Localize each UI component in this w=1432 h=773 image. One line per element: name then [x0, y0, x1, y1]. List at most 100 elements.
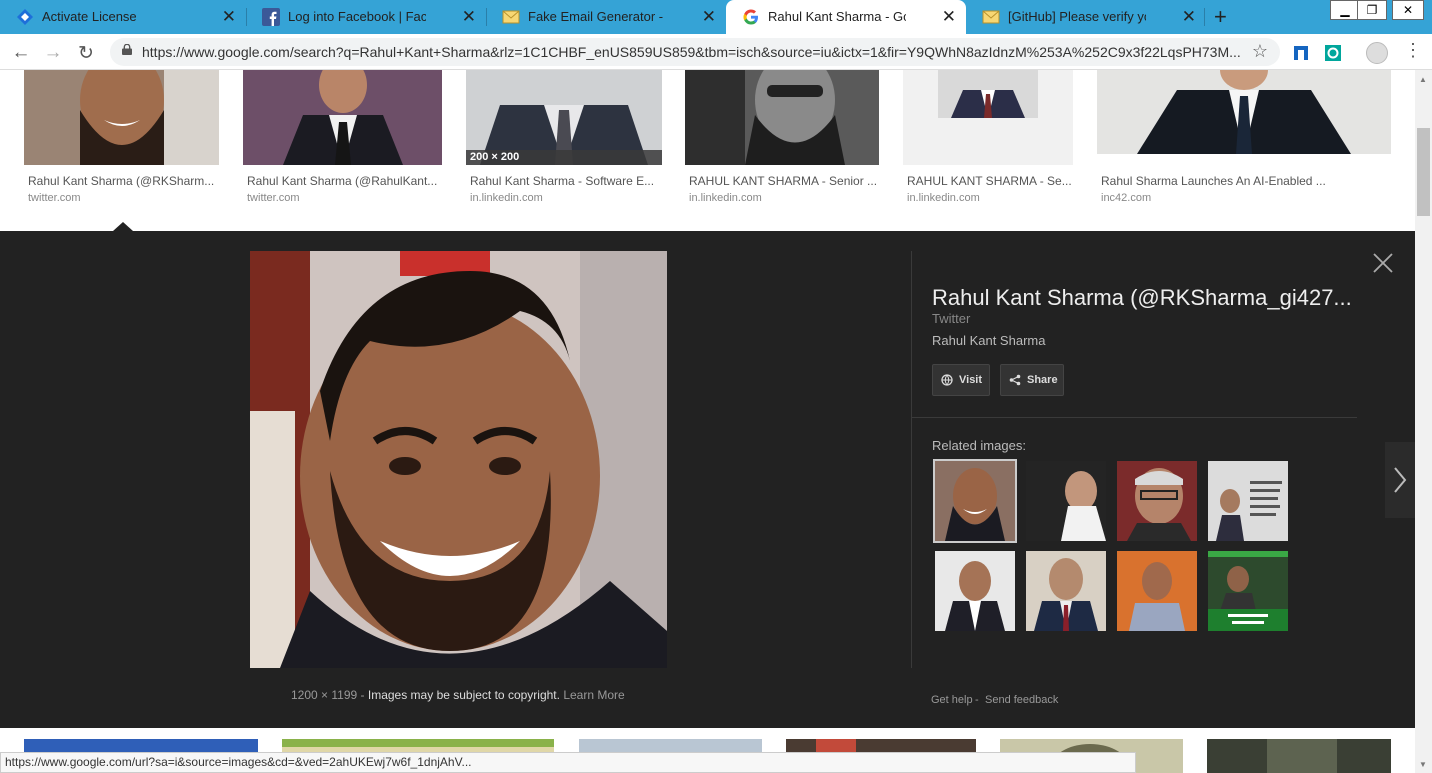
result-image[interactable] — [24, 70, 219, 165]
tab-title: Activate License — [42, 9, 137, 24]
tab-activate-license[interactable]: Activate License ✕ — [0, 0, 246, 34]
result-thumb[interactable]: Rahul Sharma Launches An AI-Enabled ... … — [1097, 70, 1391, 210]
status-bar-url: https://www.google.com/url?sa=i&source=i… — [0, 752, 1136, 773]
result-source: twitter.com — [28, 192, 81, 204]
share-button[interactable]: Share — [1000, 364, 1064, 396]
url-text[interactable]: https://www.google.com/search?q=Rahul+Ka… — [142, 44, 1242, 60]
scroll-up-arrow-icon[interactable]: ▲ — [1419, 75, 1427, 84]
result-source: in.linkedin.com — [907, 192, 980, 204]
result-thumb[interactable]: Rahul Kant Sharma (@RahulKant... twitter… — [243, 70, 442, 210]
envelope-icon — [982, 10, 1000, 24]
reload-icon[interactable]: ↻ — [75, 42, 97, 65]
tab-title: [GitHub] Please verify your devic — [1008, 9, 1146, 24]
close-window-icon[interactable]: ✕ — [1392, 0, 1424, 20]
viewer-title[interactable]: Rahul Kant Sharma (@RKSharma_gi427... — [932, 285, 1352, 311]
result-title[interactable]: RAHUL KANT SHARMA - Senior ... — [689, 174, 877, 188]
related-image[interactable] — [1208, 461, 1288, 541]
related-image[interactable] — [1117, 551, 1197, 631]
learn-more-link[interactable]: Learn More — [563, 688, 624, 702]
new-tab-button[interactable]: + — [1214, 4, 1227, 30]
tab-strip: Activate License ✕ Log into Facebook | F… — [0, 0, 1432, 34]
forward-arrow-icon[interactable]: → — [42, 42, 64, 64]
result-source: in.linkedin.com — [689, 192, 762, 204]
tab-facebook[interactable]: Log into Facebook | Facebook ✕ — [246, 0, 486, 34]
related-image[interactable] — [1208, 551, 1288, 631]
tab-fake-email[interactable]: Fake Email Generator - fake ema ✕ — [486, 0, 726, 34]
related-image[interactable] — [1026, 551, 1106, 631]
share-icon — [1009, 374, 1021, 386]
tab-title: Log into Facebook | Facebook — [288, 9, 426, 24]
result-image[interactable] — [1097, 70, 1391, 165]
browser-toolbar: ← → ↻ https://www.google.com/search?q=Ra… — [0, 34, 1432, 70]
image-info: 1200 × 1199 - Images may be subject to c… — [291, 688, 625, 702]
minimize-icon[interactable]: ▁ — [1330, 0, 1360, 20]
result-thumb[interactable]: RAHUL KANT SHARMA - Senior ... in.linked… — [685, 70, 879, 210]
result-title[interactable]: Rahul Kant Sharma - Software E... — [470, 174, 654, 188]
close-tab-icon[interactable]: ✕ — [462, 0, 476, 34]
bookmark-star-icon[interactable]: ☆ — [1252, 41, 1268, 62]
close-tab-icon[interactable]: ✕ — [702, 0, 716, 34]
get-help-link[interactable]: Get help — [931, 694, 973, 706]
extension-icon[interactable] — [1292, 44, 1310, 62]
result-thumb[interactable]: 200 × 200 Rahul Kant Sharma - Software E… — [466, 70, 662, 210]
extension-icon[interactable] — [1324, 44, 1342, 62]
selected-result-pointer — [113, 222, 133, 231]
chevron-right-icon — [1394, 467, 1407, 493]
result-title[interactable]: Rahul Kant Sharma (@RahulKant... — [247, 174, 437, 188]
close-viewer-icon[interactable] — [1371, 251, 1395, 275]
image-dimensions-badge: 200 × 200 — [470, 151, 520, 163]
close-tab-icon[interactable]: ✕ — [1182, 0, 1196, 34]
result-thumb[interactable]: Rahul Kant Sharma (@RKSharm... twitter.c… — [24, 70, 219, 210]
tab-title: Fake Email Generator - fake ema — [528, 9, 666, 24]
image-viewer-panel: 1200 × 1199 - Images may be subject to c… — [0, 231, 1415, 728]
back-arrow-icon[interactable]: ← — [10, 42, 32, 64]
result-thumb[interactable]: RAHUL KANT SHARMA - Se... in.linkedin.co… — [903, 70, 1073, 210]
result-title[interactable]: Rahul Kant Sharma (@RKSharm... — [28, 174, 214, 188]
envelope-icon — [502, 10, 520, 24]
result-source: inc42.com — [1101, 192, 1152, 204]
tab-separator — [1204, 8, 1205, 26]
visit-button[interactable]: Visit — [932, 364, 990, 396]
image-search-page: Rahul Kant Sharma (@RKSharm... twitter.c… — [0, 70, 1415, 773]
scrollbar-thumb[interactable] — [1417, 128, 1430, 216]
related-image[interactable] — [933, 459, 1017, 543]
link-separator: - — [975, 694, 979, 706]
send-feedback-link[interactable]: Send feedback — [985, 694, 1058, 706]
result-image[interactable] — [903, 70, 1073, 165]
related-image[interactable] — [1117, 461, 1197, 541]
copyright-notice: Images may be subject to copyright. — [367, 688, 560, 702]
result-source: in.linkedin.com — [470, 192, 543, 204]
next-image-button[interactable] — [1385, 442, 1415, 518]
related-images-label: Related images: — [932, 438, 1026, 453]
result-image[interactable] — [1207, 739, 1391, 773]
related-image[interactable] — [935, 551, 1015, 631]
address-bar[interactable]: https://www.google.com/search?q=Rahul+Ka… — [110, 38, 1280, 66]
restore-icon[interactable]: ❐ — [1357, 0, 1387, 20]
google-icon — [743, 9, 758, 25]
profile-avatar-icon[interactable] — [1366, 42, 1388, 64]
scroll-down-arrow-icon[interactable]: ▼ — [1419, 760, 1427, 769]
lock-icon — [122, 44, 132, 55]
visit-label: Visit — [959, 374, 983, 386]
result-title[interactable]: Rahul Sharma Launches An AI-Enabled ... — [1101, 174, 1326, 188]
tab-google-search[interactable]: Rahul Kant Sharma - Google Sea ✕ — [726, 0, 966, 34]
panel-divider — [911, 251, 912, 668]
result-image[interactable] — [685, 70, 879, 165]
close-tab-icon[interactable]: ✕ — [222, 0, 236, 34]
share-label: Share — [1027, 374, 1058, 386]
viewer-site: Twitter — [932, 311, 971, 326]
close-tab-icon[interactable]: ✕ — [942, 0, 956, 34]
preview-image[interactable] — [250, 251, 667, 668]
tab-title: Rahul Kant Sharma - Google Sea — [768, 9, 906, 24]
result-image[interactable] — [243, 70, 442, 165]
result-title[interactable]: RAHUL KANT SHARMA - Se... — [907, 174, 1072, 188]
viewer-description: Rahul Kant Sharma — [932, 333, 1046, 348]
diamond-icon — [17, 9, 33, 25]
section-divider — [912, 417, 1357, 418]
facebook-icon — [262, 8, 280, 26]
globe-icon — [941, 374, 953, 386]
related-image[interactable] — [1026, 461, 1106, 541]
menu-kebab-icon[interactable]: ⋮ — [1404, 40, 1422, 61]
tab-github[interactable]: [GitHub] Please verify your devic ✕ — [966, 0, 1206, 34]
image-dimensions: 1200 × 1199 — [291, 688, 358, 702]
